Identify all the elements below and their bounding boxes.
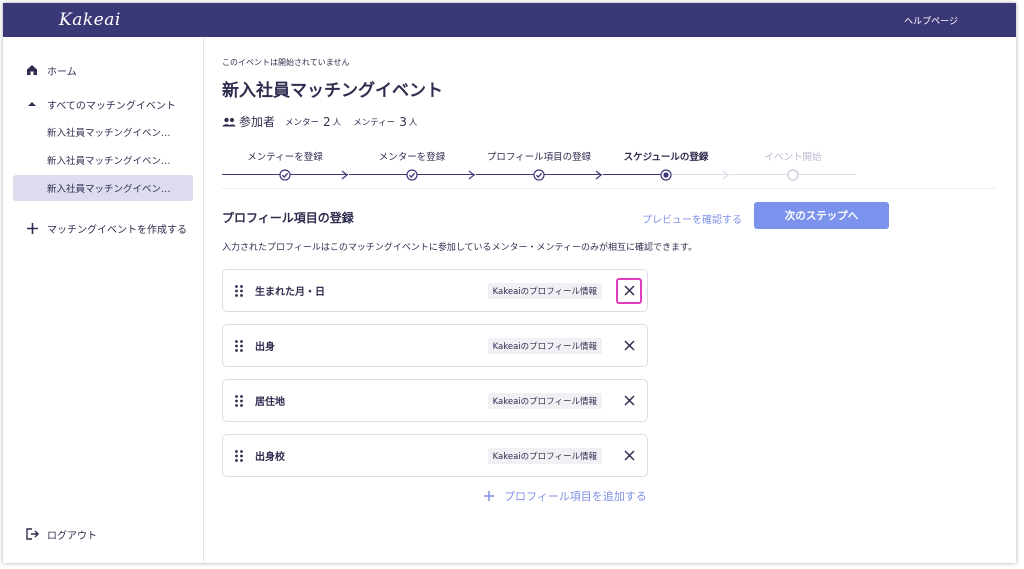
drag-handle-icon[interactable] (235, 284, 247, 297)
remove-field-button[interactable] (616, 443, 642, 469)
sidebar-item-event-3[interactable]: 新入社員マッチングイベン… (13, 175, 193, 201)
step-track (349, 167, 475, 183)
sidebar-item-label: 新入社員マッチングイベン… (47, 156, 171, 167)
step-label: メンティーを登録 (247, 152, 323, 163)
sidebar-item-label: すべてのマッチングイベント (47, 100, 176, 112)
step-track (222, 167, 348, 183)
sidebar-item-label: 新入社員マッチングイベン… (47, 128, 171, 139)
help-link[interactable]: ヘルプページ (904, 14, 958, 27)
plus-icon (25, 222, 39, 234)
add-field-label: プロフィール項目を追加する (504, 490, 647, 503)
sidebar-item-label: 新入社員マッチングイベン… (47, 184, 171, 195)
home-icon (25, 64, 39, 76)
field-name: 出身校 (255, 452, 285, 463)
logo[interactable]: Kakeai (59, 10, 121, 30)
step-label: イベント開始 (764, 152, 822, 163)
preview-link[interactable]: プレビューを確認する (642, 211, 742, 226)
mentor-unit: 人 (332, 117, 342, 128)
add-profile-field-button[interactable]: プロフィール項目を追加する (484, 488, 647, 504)
sidebar-item-create-event[interactable]: マッチングイベントを作成する (13, 215, 193, 241)
app-window: Kakeai ヘルプページ ホーム すべてのマッチングイベント 新入社員マッチン… (3, 3, 1016, 563)
profile-field-card: 出身校 Kakeaiのプロフィール情報 (222, 434, 648, 477)
mentee-unit: 人 (408, 117, 418, 128)
next-step-button[interactable]: 次のステップへ (754, 202, 889, 229)
drag-handle-icon[interactable] (235, 449, 247, 462)
chevron-right-icon (722, 170, 729, 180)
field-name: 生まれた月・日 (255, 287, 325, 298)
step-register-mentors[interactable]: メンターを登録 (349, 149, 475, 183)
close-icon (623, 285, 635, 296)
chevron-right-icon (341, 170, 348, 180)
top-bar: Kakeai ヘルプページ (3, 3, 1016, 37)
step-register-mentees[interactable]: メンティーを登録 (222, 149, 348, 183)
logout-label: ログアウト (47, 530, 97, 542)
drag-handle-icon[interactable] (235, 394, 247, 407)
check-circle-icon (406, 169, 418, 181)
step-schedule[interactable]: スケジュールの登録 (603, 149, 729, 183)
sidebar-item-event-2[interactable]: 新入社員マッチングイベン… (13, 147, 193, 173)
sidebar-item-home[interactable]: ホーム (13, 57, 193, 83)
check-circle-icon (279, 169, 291, 181)
step-track (603, 167, 729, 183)
profile-field-card: 生まれた月・日 Kakeaiのプロフィール情報 (222, 269, 648, 312)
step-label: メンターを登録 (378, 152, 446, 163)
logout-button[interactable]: ログアウト (13, 521, 193, 547)
plus-icon (484, 491, 494, 501)
source-badge: Kakeaiのプロフィール情報 (487, 282, 602, 299)
sidebar: ホーム すべてのマッチングイベント 新入社員マッチングイベン… 新入社員マッチン… (3, 37, 204, 563)
current-step-icon (660, 169, 672, 181)
main-content: このイベントは開始されていません 新入社員マッチングイベント 参加者 メンター … (222, 37, 1002, 563)
participants-title: 参加者 (239, 115, 276, 129)
section-title: プロフィール項目の登録 (222, 211, 354, 225)
step-profile-fields[interactable]: プロフィール項目の登録 (476, 149, 602, 183)
sidebar-item-label: マッチングイベントを作成する (47, 224, 187, 236)
mentee-label: メンティー (353, 117, 396, 128)
chevron-right-icon (595, 170, 602, 180)
participants-summary: 参加者 メンター 2 人 メンティー 3 人 (222, 113, 429, 130)
mentor-label: メンター (285, 117, 320, 128)
mentee-count: 3 (399, 114, 407, 129)
drag-handle-icon[interactable] (235, 339, 247, 352)
remove-field-button[interactable] (616, 333, 642, 359)
profile-field-card: 居住地 Kakeaiのプロフィール情報 (222, 379, 648, 422)
chevron-right-icon (468, 170, 475, 180)
step-line (603, 174, 666, 175)
step-line-future (666, 174, 729, 175)
sidebar-item-all-events[interactable]: すべてのマッチングイベント (13, 91, 193, 117)
step-label: プロフィール項目の登録 (486, 152, 592, 163)
sidebar-item-event-1[interactable]: 新入社員マッチングイベン… (13, 119, 193, 145)
field-name: 居住地 (255, 397, 285, 408)
event-status-note: このイベントは開始されていません (222, 58, 350, 67)
remove-field-button[interactable] (616, 388, 642, 414)
source-badge: Kakeaiのプロフィール情報 (487, 447, 602, 464)
sidebar-item-label: ホーム (47, 66, 77, 78)
close-icon (623, 450, 635, 461)
step-track (730, 167, 856, 183)
logout-icon (25, 528, 39, 540)
pending-step-icon (787, 169, 799, 181)
mentor-count: 2 (323, 114, 331, 129)
profile-field-card: 出身 Kakeaiのプロフィール情報 (222, 324, 648, 367)
close-icon (623, 395, 635, 406)
field-name: 出身 (255, 342, 275, 353)
remove-field-button[interactable] (616, 277, 642, 304)
people-icon (222, 117, 236, 127)
caret-up-icon (25, 101, 39, 107)
check-circle-icon (533, 169, 545, 181)
source-badge: Kakeaiのプロフィール情報 (487, 392, 602, 409)
step-start-event[interactable]: イベント開始 (730, 149, 856, 183)
close-icon (623, 340, 635, 351)
page-title: 新入社員マッチングイベント (222, 81, 443, 101)
step-track (476, 167, 602, 183)
profile-description: 入力されたプロフィールはこのマッチングイベントに参加しているメンター・メンティー… (222, 243, 698, 253)
step-label: スケジュールの登録 (623, 152, 709, 163)
source-badge: Kakeaiのプロフィール情報 (487, 337, 602, 354)
progress-stepper: メンティーを登録 メンターを登録 プロフィール項目の登録 スケジュールの登録 イ… (222, 149, 996, 189)
